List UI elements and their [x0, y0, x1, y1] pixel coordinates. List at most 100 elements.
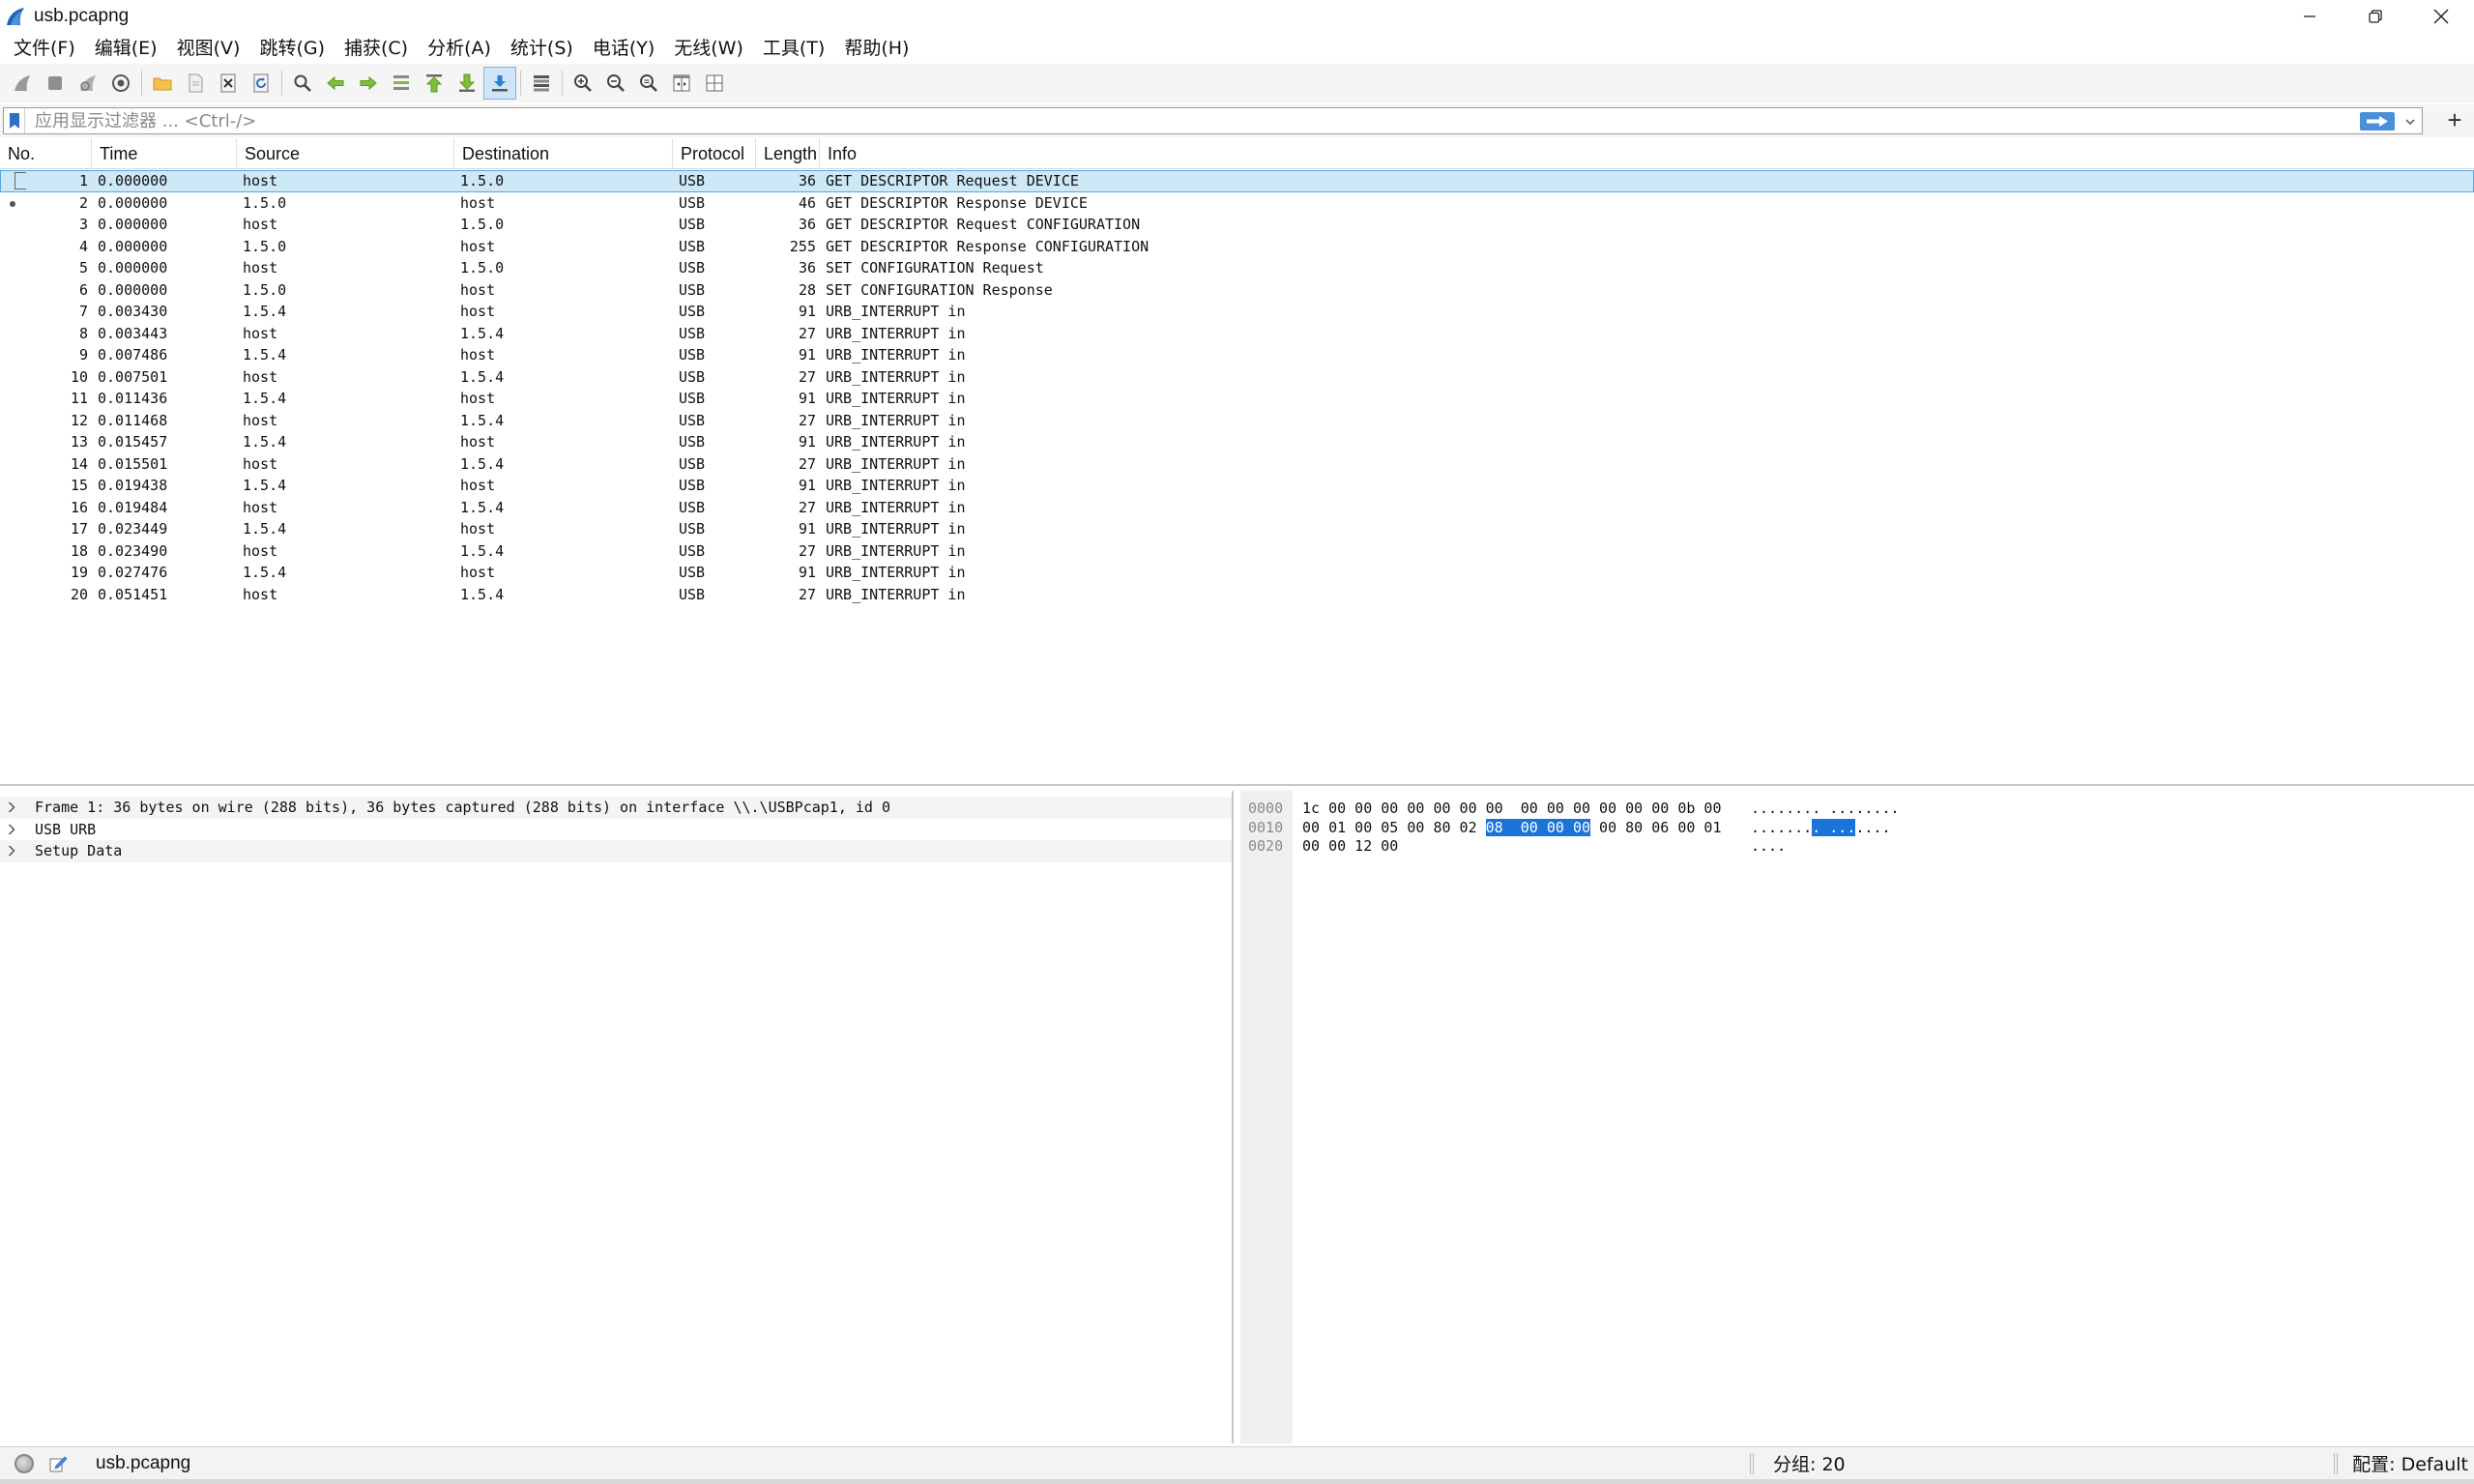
status-profile[interactable]: 配置: Default — [2352, 1450, 2468, 1476]
menu-go[interactable]: 跳转(G) — [249, 33, 335, 64]
packet-time-cell: 0.023490 — [98, 541, 168, 560]
filter-bookmark-button[interactable] — [4, 108, 25, 133]
status-divider[interactable] — [1750, 1453, 1754, 1474]
menu-statistics[interactable]: 统计(S) — [501, 33, 583, 64]
column-header-info[interactable]: Info — [820, 138, 2474, 169]
packet-length-cell: 46 — [798, 193, 816, 212]
ascii-bytes[interactable]: ........ ....... — [1751, 818, 1891, 837]
packet-row[interactable]: 9 0.007486 1.5.4 host USB 91 URB_INTERRUPT in — [0, 344, 2474, 366]
stop-capture-button[interactable] — [39, 67, 72, 100]
packet-protocol-cell: USB — [679, 237, 706, 255]
display-filter-input[interactable] — [25, 108, 2422, 133]
go-back-button[interactable] — [319, 67, 352, 100]
restart-capture-button[interactable] — [72, 67, 104, 100]
packet-destination-cell: 1.5.4 — [460, 454, 505, 473]
column-header-length[interactable]: Length — [756, 138, 820, 169]
hex-bytes[interactable]: 00 01 00 05 00 80 02 08 00 00 00 00 80 0… — [1302, 818, 1722, 837]
detail-tree-item[interactable]: Frame 1: 36 bytes on wire (288 bits), 36… — [0, 797, 1232, 819]
apply-filter-button[interactable] — [2360, 112, 2395, 131]
hex-offset: 0010 — [1248, 818, 1284, 836]
packet-row[interactable]: 14 0.015501 host 1.5.4 USB 27 URB_INTERRUPT in — [0, 453, 2474, 476]
ascii-bytes[interactable]: .... — [1751, 836, 1786, 856]
packet-row[interactable]: 17 0.023449 1.5.4 host USB 91 URB_INTERRUPT in — [0, 518, 2474, 540]
column-header-protocol[interactable]: Protocol — [673, 138, 756, 169]
ascii-bytes[interactable]: ........ ........ — [1751, 799, 1900, 818]
hex-bytes-highlight: 08 00 00 00 — [1485, 818, 1591, 836]
packet-row[interactable]: 8 0.003443 host 1.5.4 USB 27 URB_INTERRUPT in — [0, 323, 2474, 345]
packet-time-cell: 0.000000 — [98, 172, 168, 189]
go-to-packet-button[interactable] — [385, 67, 418, 100]
reload-file-button[interactable] — [245, 67, 277, 100]
packet-protocol-cell: USB — [679, 390, 706, 407]
packet-row[interactable]: 5 0.000000 host 1.5.0 USB 36 SET CONFIGURATION… — [0, 257, 2474, 279]
capture-options-icon — [112, 74, 130, 92]
save-file-button[interactable] — [179, 67, 212, 100]
column-header-destination[interactable]: Destination — [454, 138, 673, 169]
packet-row[interactable]: 13 0.015457 1.5.4 host USB 91 URB_INTERRUPT in — [0, 431, 2474, 453]
last-packet-button[interactable] — [451, 67, 483, 100]
zoom-normal-button[interactable] — [632, 67, 665, 100]
packet-row[interactable]: 7 0.003430 1.5.4 host USB 91 URB_INTERRUPT in — [0, 301, 2474, 323]
chevron-right-icon[interactable] — [8, 845, 27, 857]
packet-destination-cell: 1.5.4 — [460, 324, 505, 342]
packet-row[interactable]: 2 0.000000 1.5.0 host USB 46 GET DESCRIPTOR Re… — [0, 192, 2474, 215]
menu-capture[interactable]: 捕获(C) — [335, 33, 418, 64]
packet-row[interactable]: 3 0.000000 host 1.5.0 USB 36 GET DESCRIPTOR Re… — [0, 214, 2474, 236]
detail-tree-item[interactable]: USB URB — [0, 819, 1232, 841]
packet-row[interactable]: 4 0.000000 1.5.0 host USB 255 GET DESCRIPTOR R… — [0, 236, 2474, 258]
autoscroll-button[interactable] — [483, 67, 516, 100]
zoom-in-button[interactable] — [567, 67, 599, 100]
menu-analyze[interactable]: 分析(A) — [418, 33, 501, 64]
column-header-time[interactable]: Time — [92, 138, 237, 169]
menu-file[interactable]: 文件(F) — [4, 33, 85, 64]
column-header-no[interactable]: No. — [0, 138, 92, 169]
packet-row[interactable]: 20 0.051451 host 1.5.4 USB 27 URB_INTERRUPT in — [0, 584, 2474, 606]
packet-time-cell: 0.011468 — [98, 411, 168, 429]
status-divider[interactable] — [2334, 1453, 2338, 1474]
packet-source-cell: host — [243, 541, 278, 560]
packet-row[interactable]: 19 0.027476 1.5.4 host USB 91 URB_INTERRUPT in — [0, 562, 2474, 584]
window-bottom-edge — [0, 1479, 2474, 1484]
add-filter-button[interactable]: + — [2443, 107, 2466, 132]
start-capture-button[interactable] — [6, 67, 39, 100]
column-header-source[interactable]: Source — [237, 138, 454, 169]
packet-row[interactable]: 1 0.000000 host 1.5.0 USB 36 GET DESCRIPTOR Re… — [0, 170, 2474, 192]
menu-help[interactable]: 帮助(H) — [834, 33, 918, 64]
menu-view[interactable]: 视图(V) — [167, 33, 250, 64]
menu-telephony[interactable]: 电话(Y) — [583, 33, 664, 64]
chevron-right-icon[interactable] — [8, 801, 27, 813]
packet-row[interactable]: 16 0.019484 host 1.5.4 USB 27 URB_INTERRUPT in — [0, 497, 2474, 519]
packet-row[interactable]: 15 0.019438 1.5.4 host USB 91 URB_INTERRUPT in — [0, 475, 2474, 497]
hex-bytes[interactable]: 00 00 12 00 — [1302, 836, 1398, 856]
packet-source-cell: host — [243, 324, 278, 342]
minimize-button[interactable] — [2277, 0, 2343, 33]
hex-bytes[interactable]: 1c 00 00 00 00 00 00 00 00 00 00 00 00 0… — [1302, 799, 1721, 818]
packet-row[interactable]: 18 0.023490 host 1.5.4 USB 27 URB_INTERRUPT in — [0, 540, 2474, 563]
restore-button[interactable] — [2343, 0, 2408, 33]
find-packet-button[interactable] — [286, 67, 319, 100]
resize-columns-button[interactable] — [665, 67, 698, 100]
detail-tree-item[interactable]: Setup Data — [0, 840, 1232, 862]
open-file-button[interactable] — [146, 67, 179, 100]
packet-row[interactable]: 6 0.000000 1.5.0 host USB 28 SET CONFIGURATION… — [0, 279, 2474, 302]
title-bar: usb.pcapng — [0, 0, 2474, 33]
chevron-right-icon[interactable] — [8, 824, 27, 835]
resize-columns-icon — [673, 74, 690, 92]
menu-edit[interactable]: 编辑(E) — [85, 33, 167, 64]
close-file-button[interactable] — [212, 67, 245, 100]
capture-options-button[interactable] — [104, 67, 137, 100]
menu-wireless[interactable]: 无线(W) — [664, 33, 753, 64]
layout-button[interactable] — [698, 67, 731, 100]
go-forward-button[interactable] — [352, 67, 385, 100]
colorize-button[interactable] — [525, 67, 558, 100]
capture-comment-button[interactable] — [47, 1453, 69, 1474]
packet-row[interactable]: 12 0.011468 host 1.5.4 USB 27 URB_INTERRUPT in — [0, 410, 2474, 432]
menu-tools[interactable]: 工具(T) — [753, 33, 834, 64]
close-window-button[interactable] — [2408, 0, 2474, 33]
filter-history-dropdown[interactable] — [2402, 114, 2418, 130]
first-packet-button[interactable] — [418, 67, 451, 100]
packet-row[interactable]: 11 0.011436 1.5.4 host USB 91 URB_INTERRUPT in — [0, 388, 2474, 410]
expert-info-icon[interactable] — [15, 1453, 34, 1473]
zoom-out-button[interactable] — [599, 67, 632, 100]
packet-row[interactable]: 10 0.007501 host 1.5.4 USB 27 URB_INTERRUPT in — [0, 366, 2474, 389]
